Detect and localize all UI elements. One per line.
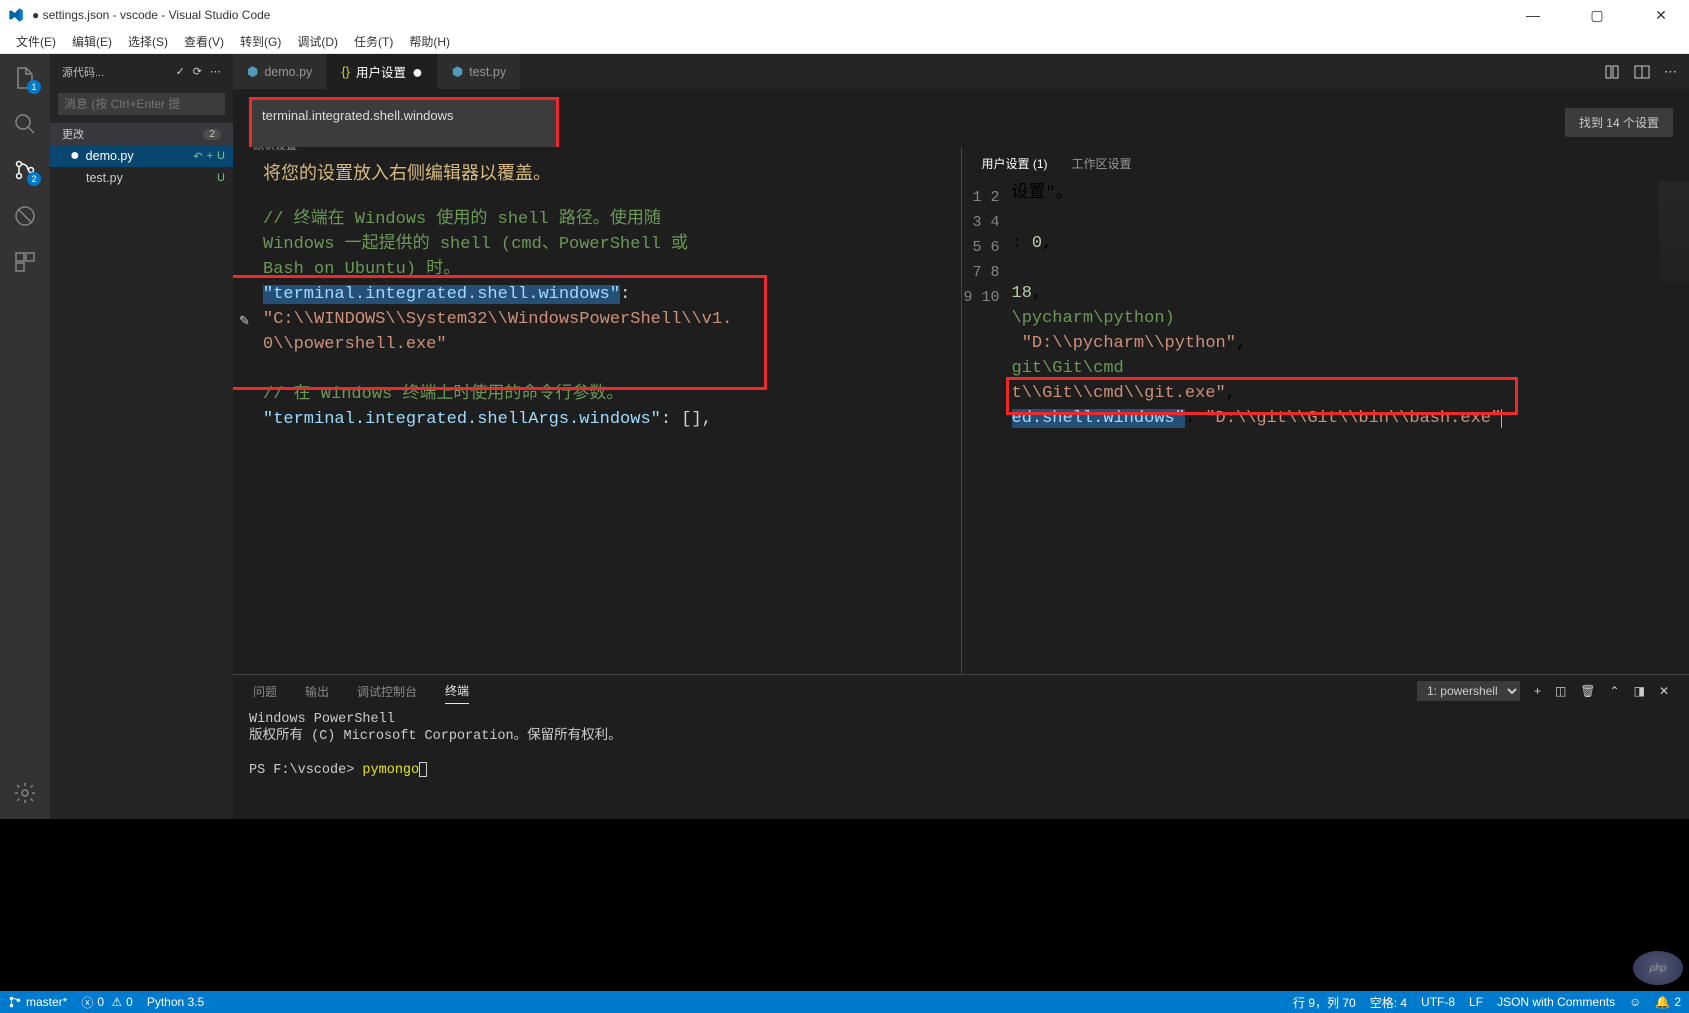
status-spaces[interactable]: 空格: 4 [1370,994,1407,1011]
tab-test[interactable]: ⬢test.py [438,54,521,89]
panel: 问题 输出 调试控制台 终端 1: powershell + ◫ 🗑 ⌃ ◨ ✕… [233,674,1689,819]
activity-bar: 1 2 [0,54,50,819]
explorer-badge: 1 [27,80,41,94]
edit-pencil-icon[interactable]: ✎ [239,313,250,329]
toggle-panel-icon[interactable]: ◨ [1634,684,1645,698]
git-status: U [217,150,225,162]
close-panel-icon[interactable]: ✕ [1659,684,1669,698]
menubar: 文件(E) 编辑(E) 选择(S) 查看(V) 转到(G) 调试(D) 任务(T… [0,30,1689,54]
status-bar: master* ⓧ 0 ⚠ 0 Python 3.5 行 9，列 70 空格: … [0,991,1689,1013]
status-branch[interactable]: master* [8,995,67,1009]
terminal-cursor [419,762,427,777]
scm-message-input[interactable] [58,93,225,115]
vscode-logo-icon [8,7,24,23]
dirty-indicator-icon: ● [412,63,423,81]
menu-help[interactable]: 帮助(H) [403,31,456,52]
settings-gear-icon[interactable] [11,779,39,807]
window-title: ● settings.json - vscode - Visual Studio… [32,8,270,22]
panel-tab-debug-console[interactable]: 调试控制台 [357,679,417,704]
file-item-demo[interactable]: ●demo.py ↶+U [50,145,233,167]
search-icon[interactable] [11,110,39,138]
stage-icon[interactable]: + [207,150,213,162]
python-file-icon: ⬢ [247,64,258,80]
open-changes-icon[interactable] [1604,64,1620,80]
debug-icon[interactable] [11,202,39,230]
user-settings-pane: 用户设置 (1) 工作区设置 1 2 3 4 5 6 7 8 9 10 设置"。… [962,147,1689,674]
new-terminal-icon[interactable]: + [1534,684,1541,698]
sidebar-title: 源代码... [62,64,176,80]
changes-count: 2 [203,129,221,140]
status-eol[interactable]: LF [1469,994,1483,1011]
split-editor-icon[interactable] [1634,64,1650,80]
tab-demo[interactable]: ⬢demo.py [233,54,327,89]
more-actions-icon[interactable]: ⋯ [1664,64,1677,80]
menu-view[interactable]: 查看(V) [178,31,230,52]
status-line-col[interactable]: 行 9，列 70 [1293,994,1356,1011]
status-notifications[interactable]: 🔔 2 [1655,994,1681,1011]
user-settings-code[interactable]: 设置"。 : 0, 18, \pycharm\python) "D:\\pych… [1012,181,1689,431]
menu-tasks[interactable]: 任务(T) [348,31,399,52]
status-language[interactable]: JSON with Comments [1497,994,1615,1011]
settings-match-count: 找到 14 个设置 [1565,108,1673,137]
discard-icon[interactable]: ↶ [193,150,202,163]
line-gutter: 1 2 3 4 5 6 7 8 9 10 [962,181,1012,310]
workspace-settings-tab[interactable]: 工作区设置 [1072,155,1132,172]
menu-edit[interactable]: 编辑(E) [66,31,118,52]
default-settings-code[interactable]: // 终端在 Windows 使用的 shell 路径。使用随 Windows … [233,199,961,432]
window-close-button[interactable]: ✕ [1641,7,1681,24]
explorer-icon[interactable]: 1 [11,64,39,92]
file-item-test[interactable]: test.py U [50,167,233,189]
git-status: U [217,172,225,184]
commit-icon[interactable]: ✓ [176,65,185,78]
user-settings-tab[interactable]: 用户设置 (1) [982,155,1048,172]
settings-description: 将您的设置放入右侧编辑器以覆盖。 [263,159,961,185]
terminal-selector[interactable]: 1: powershell [1417,681,1520,701]
tab-user-settings[interactable]: {}用户设置● [327,54,438,89]
window-titlebar: ● settings.json - vscode - Visual Studio… [0,0,1689,30]
panel-tab-problems[interactable]: 问题 [253,679,277,704]
panel-tab-output[interactable]: 输出 [305,679,329,704]
kill-terminal-icon[interactable]: 🗑 [1580,684,1595,698]
panel-tab-terminal[interactable]: 终端 [445,678,469,704]
terminal-body[interactable]: Windows PowerShell 版权所有 (C) Microsoft Co… [233,707,1689,819]
editor-tabs: ⬢demo.py {}用户设置● ⬢test.py ⋯ [233,54,1689,89]
default-settings-label: 默认设置 [233,147,961,153]
default-settings-pane: 默认设置 将您的设置放入右侧编辑器以覆盖。 // 终端在 Windows 使用的… [233,147,962,674]
scm-badge: 2 [27,172,41,186]
dirty-dot-icon: ● [70,148,80,164]
scm-icon[interactable]: 2 [11,156,39,184]
extensions-icon[interactable] [11,248,39,276]
settings-search-input[interactable] [262,108,546,123]
json-file-icon: {} [341,64,350,79]
split-terminal-icon[interactable]: ◫ [1555,684,1566,698]
python-file-icon: ⬢ [452,64,463,80]
status-feedback-icon[interactable]: ☺ [1629,994,1641,1011]
more-icon[interactable]: ⋯ [210,65,221,78]
changes-header[interactable]: 更改 2 [50,123,233,145]
editor-area: ⬢demo.py {}用户设置● ⬢test.py ⋯ 找到 14 个设置 [233,54,1689,819]
menu-select[interactable]: 选择(S) [122,31,174,52]
window-maximize-button[interactable]: ▢ [1577,7,1617,24]
settings-search-box [249,97,559,147]
desktop-background: php [0,819,1689,991]
status-errors[interactable]: ⓧ 0 ⚠ 0 [81,994,132,1011]
menu-debug[interactable]: 调试(D) [291,31,344,52]
status-python[interactable]: Python 3.5 [147,995,204,1009]
status-encoding[interactable]: UTF-8 [1421,994,1455,1011]
php-watermark-icon: php [1633,951,1683,985]
minimap[interactable] [1659,181,1689,281]
sidebar: 源代码... ✓ ⟳ ⋯ 更改 2 ●demo.py ↶+U test.py U [50,54,233,819]
maximize-panel-icon[interactable]: ⌃ [1610,684,1620,698]
refresh-icon[interactable]: ⟳ [193,65,202,78]
menu-goto[interactable]: 转到(G) [234,31,287,52]
menu-file[interactable]: 文件(E) [10,31,62,52]
window-minimize-button[interactable]: — [1513,7,1553,24]
